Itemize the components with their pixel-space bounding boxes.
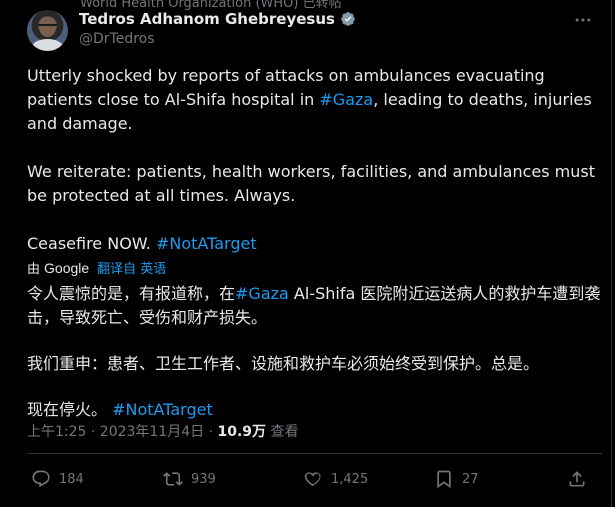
author-handle[interactable]: @DrTedros	[79, 31, 155, 47]
hashtag-link[interactable]: #NotATarget	[156, 234, 257, 253]
repost-count: 939	[191, 471, 216, 487]
hashtag-link[interactable]: #Gaza	[319, 90, 373, 109]
share-icon	[569, 471, 585, 487]
tweet-body: Utterly shocked by reports of attacks on…	[27, 64, 597, 256]
action-bar: 184 939 1,425 27	[27, 469, 597, 493]
views-label: 查看	[266, 424, 299, 440]
tweet-paragraph: Utterly shocked by reports of attacks on…	[27, 66, 592, 133]
reply-icon	[32, 470, 50, 488]
hashtag-link[interactable]: #Gaza	[235, 284, 289, 303]
avatar[interactable]	[27, 10, 68, 51]
tweet-card: World Health Organization (WHO) 已转帖 Tedr…	[0, 0, 612, 507]
like-button[interactable]: 1,425	[303, 469, 368, 489]
translation-attribution: 由 Google 翻译自 英语	[27, 258, 167, 278]
tweet-paragraph: Ceasefire NOW. #NotATarget	[27, 234, 257, 253]
google-logo: Google	[44, 259, 90, 276]
author-row: Tedros Adhanom Ghebreyesus	[79, 10, 356, 28]
author-display-name[interactable]: Tedros Adhanom Ghebreyesus	[79, 10, 335, 28]
like-count: 1,425	[331, 471, 369, 487]
translated-paragraph: 现在停火。 #NotATarget	[27, 400, 213, 419]
verified-badge-icon	[341, 12, 355, 26]
translated-paragraph: 令人震惊的是，有报道称，在#Gaza Al-Shifa 医院附近运送病人的救护车…	[27, 284, 601, 327]
repost-button[interactable]: 939	[163, 469, 216, 489]
divider	[27, 453, 602, 454]
tweet-paragraph: We reiterate: patients, health workers, …	[27, 162, 595, 205]
heart-icon	[304, 472, 321, 487]
share-button[interactable]	[567, 469, 587, 489]
translated-paragraph: 我们重申：患者、卫生工作者、设施和救护车必须始终受到保护。总是。	[27, 354, 540, 373]
reply-count: 184	[59, 471, 84, 487]
bookmark-icon	[437, 470, 451, 489]
tweet-meta: 上午1:25 · 2023年11月4日 · 10.9万 查看	[27, 421, 299, 441]
translation-source-link[interactable]: 翻译自 英语	[97, 258, 166, 277]
hashtag-link[interactable]: #NotATarget	[112, 400, 213, 419]
bookmark-button[interactable]: 27	[434, 469, 479, 489]
more-options-icon[interactable]	[573, 10, 593, 30]
views-count[interactable]: 10.9万	[218, 424, 267, 440]
reply-button[interactable]: 184	[31, 469, 84, 489]
repost-icon	[163, 472, 183, 486]
translated-body: 令人震惊的是，有报道称，在#Gaza Al-Shifa 医院附近运送病人的救护车…	[27, 282, 602, 422]
timestamp[interactable]: 上午1:25 · 2023年11月4日 ·	[27, 424, 218, 440]
bookmark-count: 27	[462, 471, 479, 487]
